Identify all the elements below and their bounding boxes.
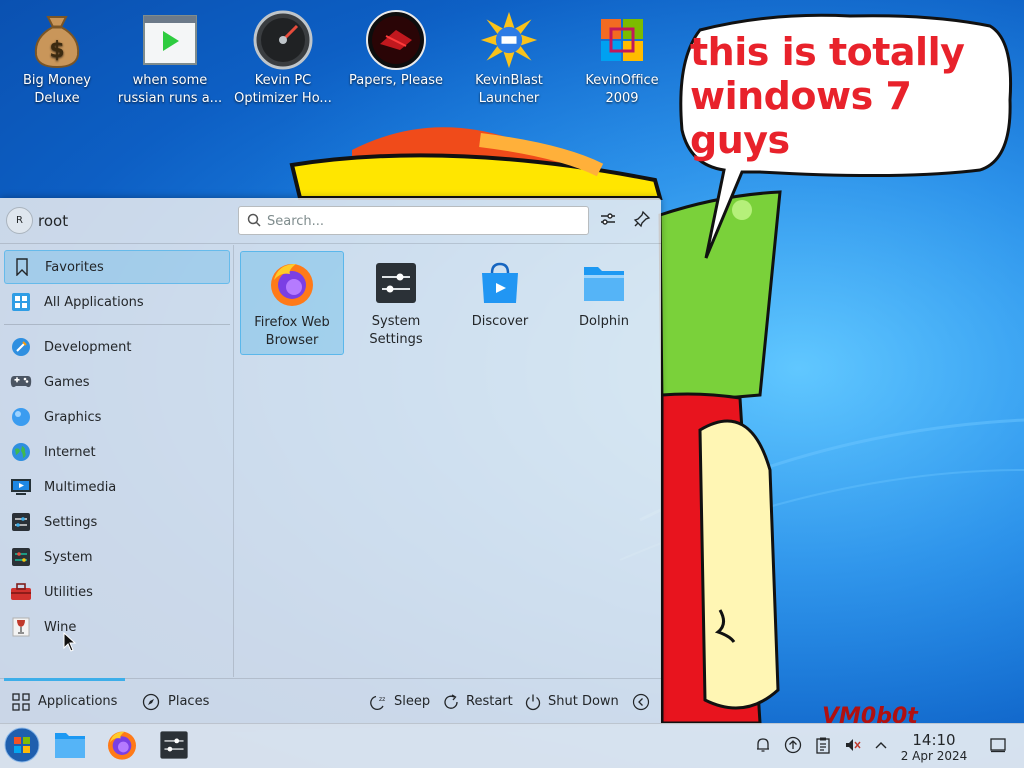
settings-icon — [10, 511, 32, 533]
taskbar-firefox[interactable] — [103, 728, 141, 766]
favorite-discover[interactable]: Discover — [448, 251, 552, 355]
system-settings-icon — [159, 730, 189, 764]
category-graphics[interactable]: Graphics — [4, 400, 230, 434]
clock[interactable]: 14:10 2 Apr 2024 — [896, 731, 972, 764]
sidebar-divider — [4, 324, 230, 325]
multimedia-icon — [10, 476, 32, 498]
category-settings[interactable]: Settings — [4, 505, 230, 539]
desktop-icon-big-money-deluxe[interactable]: $ Big Money Deluxe — [1, 8, 113, 108]
taskbar-system-settings[interactable] — [155, 728, 193, 766]
money-bag-icon: $ — [27, 8, 87, 72]
favorite-system-settings[interactable]: System Settings — [344, 251, 448, 355]
office-icon — [592, 8, 652, 72]
shut-down-button[interactable]: Shut Down — [524, 679, 619, 724]
desktop-icon-russian-video[interactable]: when some russian runs a... — [114, 8, 226, 108]
graphics-icon — [10, 406, 32, 428]
update-icon — [784, 736, 802, 758]
category-all-applications[interactable]: All Applications — [4, 285, 230, 319]
windows-orb-icon — [4, 727, 40, 767]
desktop-icon-papers-please[interactable]: Papers, Please — [340, 8, 452, 90]
clipboard-icon — [814, 736, 832, 758]
desktop-icon-kevinblast-launcher[interactable]: KevinBlast Launcher — [453, 8, 565, 108]
search-icon — [247, 213, 261, 231]
globe-icon — [10, 441, 32, 463]
favorites-grid: Firefox Web Browser System Settings Disc… — [236, 245, 661, 677]
start-button[interactable] — [3, 727, 41, 767]
clock-date: 2 Apr 2024 — [900, 749, 968, 763]
restart-icon — [442, 693, 460, 711]
collapse-button[interactable] — [632, 679, 656, 724]
system-icon — [10, 546, 32, 568]
system-settings-icon — [372, 259, 420, 307]
grid-icon — [10, 291, 32, 313]
search-input[interactable] — [267, 211, 583, 231]
launcher-footer: Applications Places zz Sleep Restart Shu… — [0, 678, 661, 723]
volume-muted-icon — [844, 736, 862, 758]
avatar[interactable]: R — [6, 207, 33, 234]
category-internet[interactable]: Internet — [4, 435, 230, 469]
folder-icon — [580, 259, 628, 307]
pin-button[interactable] — [630, 209, 654, 233]
favorite-dolphin[interactable]: Dolphin — [552, 251, 656, 355]
bookmark-icon — [11, 256, 33, 278]
compass-icon — [142, 693, 160, 711]
category-system[interactable]: System — [4, 540, 230, 574]
sleep-icon: zz — [370, 693, 388, 711]
tray-notifications[interactable] — [752, 736, 774, 758]
restart-button[interactable]: Restart — [442, 679, 513, 724]
wine-glass-icon — [10, 616, 32, 638]
applications-icon — [12, 692, 30, 711]
bell-icon — [754, 736, 772, 758]
tab-places[interactable]: Places — [134, 679, 217, 724]
pin-icon — [633, 210, 651, 232]
favorite-firefox[interactable]: Firefox Web Browser — [240, 251, 344, 355]
configure-button[interactable] — [596, 209, 620, 233]
category-development[interactable]: Development — [4, 330, 230, 364]
firefox-icon — [106, 729, 138, 765]
discover-icon — [476, 259, 524, 307]
svg-text:$: $ — [49, 38, 64, 63]
category-games[interactable]: Games — [4, 365, 230, 399]
papers-please-icon — [366, 8, 426, 72]
folder-icon — [54, 731, 86, 763]
category-utilities[interactable]: Utilities — [4, 575, 230, 609]
application-launcher: R root Favorites All Applications — [0, 198, 661, 723]
category-multimedia[interactable]: Multimedia — [4, 470, 230, 504]
gamepad-icon — [10, 371, 32, 393]
mouse-cursor-icon — [63, 632, 77, 652]
sliders-icon — [599, 210, 617, 232]
tray-updates[interactable] — [782, 736, 804, 758]
sleep-button[interactable]: zz Sleep — [370, 679, 430, 724]
show-desktop-icon — [989, 736, 1007, 758]
burst-icon — [479, 8, 539, 72]
tray-expand-button[interactable] — [870, 736, 892, 758]
username: root — [38, 212, 69, 230]
speech-bubble-text: this is totally windows 7 guys — [690, 30, 965, 162]
chevron-left-icon — [632, 693, 650, 711]
desktop-icon-kevin-pc-optimizer[interactable]: Kevin PC Optimizer Ho... — [227, 8, 339, 108]
launcher-header: R root — [0, 198, 661, 244]
speedometer-icon — [253, 8, 313, 72]
category-sidebar: Favorites All Applications Development G… — [0, 245, 234, 677]
taskbar-dolphin[interactable] — [51, 728, 89, 766]
desktop-icon-kevinoffice-2009[interactable]: KevinOffice 2009 — [566, 8, 678, 108]
show-desktop-button[interactable] — [987, 736, 1009, 758]
taskbar: 14:10 2 Apr 2024 — [0, 723, 1024, 768]
clock-time: 14:10 — [912, 731, 956, 749]
search-box[interactable] — [238, 206, 589, 235]
chevron-up-icon — [873, 737, 889, 757]
firefox-icon — [268, 260, 316, 308]
svg-text:zz: zz — [379, 696, 385, 703]
category-wine[interactable]: Wine — [4, 610, 230, 644]
video-player-icon — [140, 8, 200, 72]
development-icon — [10, 336, 32, 358]
tray-clipboard[interactable] — [812, 736, 834, 758]
power-icon — [524, 693, 542, 711]
tray-volume[interactable] — [842, 736, 864, 758]
tab-applications[interactable]: Applications — [4, 678, 126, 724]
category-favorites[interactable]: Favorites — [4, 250, 230, 284]
toolbox-icon — [10, 581, 32, 603]
